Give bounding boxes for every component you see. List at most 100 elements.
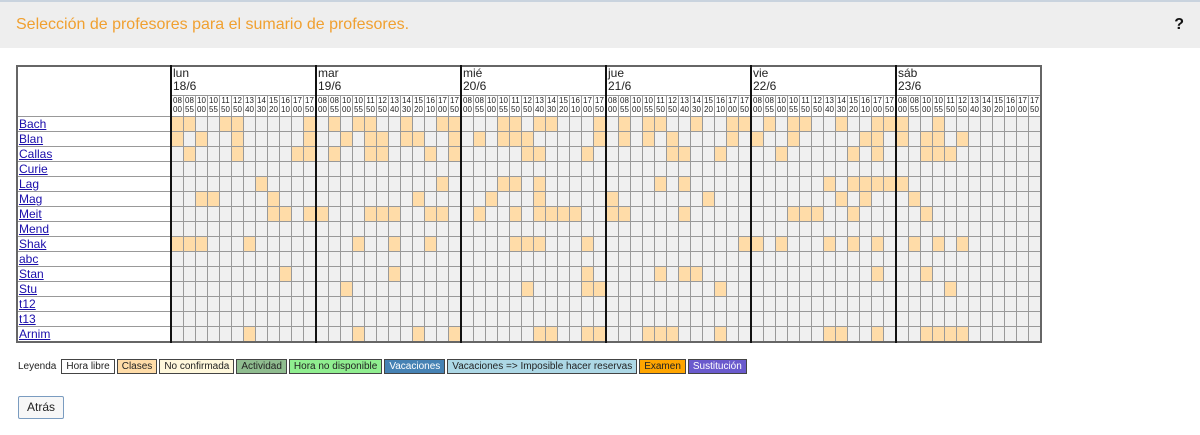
slot-cell[interactable]: [243, 146, 256, 162]
slot-cell[interactable]: [847, 236, 860, 252]
slot-cell[interactable]: [750, 311, 764, 327]
slot-cell[interactable]: [883, 221, 897, 237]
slot-cell[interactable]: [895, 281, 909, 297]
slot-cell[interactable]: [485, 236, 498, 252]
slot-cell[interactable]: [642, 221, 655, 237]
slot-cell[interactable]: [714, 146, 727, 162]
slot-cell[interactable]: [859, 296, 872, 312]
slot-cell[interactable]: [763, 296, 776, 312]
slot-cell[interactable]: [750, 206, 764, 222]
slot-cell[interactable]: [255, 191, 268, 207]
slot-cell[interactable]: [630, 176, 643, 192]
slot-cell[interactable]: [195, 161, 208, 177]
slot-cell[interactable]: [605, 161, 619, 177]
slot-cell[interactable]: [956, 131, 969, 147]
slot-cell[interactable]: [944, 131, 957, 147]
slot-cell[interactable]: [605, 176, 619, 192]
slot-cell[interactable]: [291, 191, 304, 207]
slot-cell[interactable]: [485, 176, 498, 192]
slot-cell[interactable]: [738, 176, 752, 192]
slot-cell[interactable]: [654, 206, 667, 222]
slot-cell[interactable]: [243, 131, 256, 147]
slot-cell[interactable]: [750, 296, 764, 312]
slot-cell[interactable]: [835, 221, 848, 237]
slot-cell[interactable]: [690, 236, 703, 252]
slot-cell[interactable]: [509, 131, 522, 147]
slot-cell[interactable]: [666, 296, 679, 312]
slot-cell[interactable]: [328, 266, 341, 282]
slot-cell[interactable]: [980, 296, 993, 312]
slot-cell[interactable]: [799, 176, 812, 192]
slot-cell[interactable]: [448, 266, 462, 282]
slot-cell[interactable]: [352, 326, 365, 343]
slot-cell[interactable]: [170, 206, 184, 222]
slot-cell[interactable]: [944, 116, 957, 132]
slot-cell[interactable]: [666, 191, 679, 207]
slot-cell[interactable]: [908, 116, 921, 132]
slot-cell[interactable]: [436, 326, 449, 343]
slot-cell[interactable]: [376, 311, 389, 327]
slot-cell[interactable]: [750, 146, 764, 162]
slot-cell[interactable]: [170, 116, 184, 132]
slot-cell[interactable]: [666, 131, 679, 147]
slot-cell[interactable]: [291, 296, 304, 312]
slot-cell[interactable]: [255, 131, 268, 147]
slot-cell[interactable]: [352, 311, 365, 327]
slot-cell[interactable]: [690, 281, 703, 297]
slot-cell[interactable]: [1016, 311, 1029, 327]
slot-cell[interactable]: [630, 221, 643, 237]
slot-cell[interactable]: [799, 326, 812, 343]
slot-cell[interactable]: [473, 251, 486, 267]
slot-cell[interactable]: [968, 266, 981, 282]
slot-cell[interactable]: [279, 296, 292, 312]
slot-cell[interactable]: [473, 161, 486, 177]
slot-cell[interactable]: [895, 191, 909, 207]
slot-cell[interactable]: [883, 191, 897, 207]
slot-cell[interactable]: [605, 326, 619, 343]
slot-cell[interactable]: [207, 116, 220, 132]
slot-cell[interactable]: [593, 146, 607, 162]
slot-cell[interactable]: [279, 146, 292, 162]
slot-cell[interactable]: [1028, 221, 1042, 237]
slot-cell[interactable]: [859, 176, 872, 192]
slot-cell[interactable]: [775, 191, 788, 207]
slot-cell[interactable]: [328, 221, 341, 237]
slot-cell[interactable]: [376, 221, 389, 237]
slot-cell[interactable]: [581, 161, 594, 177]
slot-cell[interactable]: [497, 221, 510, 237]
slot-cell[interactable]: [775, 221, 788, 237]
slot-cell[interactable]: [291, 161, 304, 177]
slot-cell[interactable]: [207, 206, 220, 222]
slot-cell[interactable]: [170, 326, 184, 343]
slot-cell[interactable]: [509, 236, 522, 252]
slot-cell[interactable]: [1016, 161, 1029, 177]
slot-cell[interactable]: [714, 266, 727, 282]
back-button[interactable]: Atrás: [18, 396, 64, 419]
slot-cell[interactable]: [581, 281, 594, 297]
slot-cell[interactable]: [315, 236, 329, 252]
slot-cell[interactable]: [726, 116, 739, 132]
slot-cell[interactable]: [666, 176, 679, 192]
slot-cell[interactable]: [787, 221, 800, 237]
slot-cell[interactable]: [908, 296, 921, 312]
slot-cell[interactable]: [630, 191, 643, 207]
slot-cell[interactable]: [1028, 146, 1042, 162]
slot-cell[interactable]: [763, 176, 776, 192]
slot-cell[interactable]: [932, 221, 945, 237]
slot-cell[interactable]: [763, 266, 776, 282]
slot-cell[interactable]: [1028, 236, 1042, 252]
slot-cell[interactable]: [871, 191, 884, 207]
slot-cell[interactable]: [460, 131, 474, 147]
slot-cell[interactable]: [847, 266, 860, 282]
slot-cell[interactable]: [835, 206, 848, 222]
slot-cell[interactable]: [352, 221, 365, 237]
slot-cell[interactable]: [352, 236, 365, 252]
slot-cell[interactable]: [388, 206, 401, 222]
slot-cell[interactable]: [170, 281, 184, 297]
slot-cell[interactable]: [883, 281, 897, 297]
slot-cell[interactable]: [545, 221, 558, 237]
slot-cell[interactable]: [569, 176, 582, 192]
slot-cell[interactable]: [618, 326, 631, 343]
slot-cell[interactable]: [460, 326, 474, 343]
slot-cell[interactable]: [424, 191, 437, 207]
